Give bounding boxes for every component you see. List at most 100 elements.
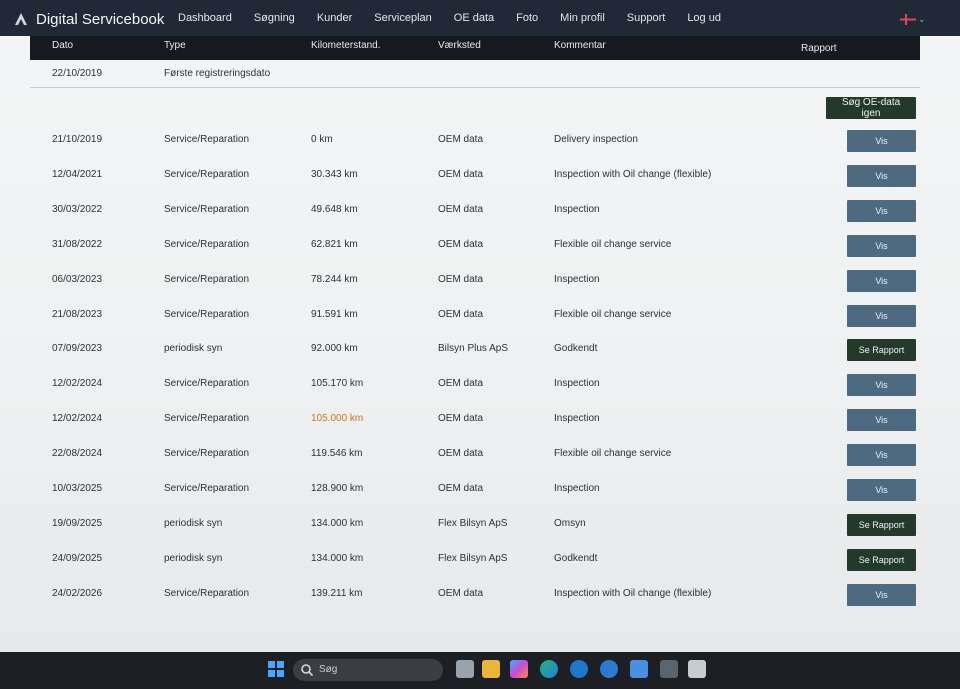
header-workshop: Værksted — [438, 40, 481, 51]
header-report: Rapport — [801, 43, 837, 54]
row-date: 24/09/2025 — [52, 552, 103, 564]
row-workshop: OEM data — [438, 134, 484, 145]
row-km: 134.000 km — [311, 517, 364, 529]
row-workshop: OEM data — [438, 378, 484, 390]
row-comment: Inspection — [554, 378, 600, 390]
header-date: Dato — [52, 40, 74, 51]
windows-taskbar — [0, 652, 960, 689]
row-type: Service/Reparation — [164, 378, 250, 390]
row-workshop: OEM data — [438, 203, 484, 215]
hp-icon[interactable] — [570, 660, 588, 678]
row-km: 128.900 km — [311, 483, 364, 494]
row-comment: Inspection — [554, 483, 600, 494]
row-type: Service/Reparation — [164, 308, 250, 320]
row-km: 105.170 km — [311, 378, 364, 390]
row-comment: Inspection with Oil change (flexible) — [554, 587, 712, 599]
nav-logout[interactable]: Log ud — [687, 12, 721, 24]
view-button[interactable]: Vis — [847, 130, 916, 152]
row-workshop: OEM data — [438, 308, 484, 320]
table-row: 12/02/2024 Service/Reparation 105.000 km OE… — [0, 401, 960, 436]
row-workshop: OEM data — [438, 273, 484, 285]
search-oe-data-button[interactable]: Søg OE-data igen — [826, 97, 916, 119]
view-button[interactable]: Vis — [847, 199, 916, 222]
row-date: 21/08/2023 — [52, 308, 103, 320]
row-date: 12/02/2024 — [52, 378, 103, 390]
task-view-icon[interactable] — [456, 660, 474, 678]
row-comment: Inspection — [554, 413, 600, 425]
first-registration-type: Første registreringsdato — [164, 68, 271, 79]
table-row: 21/10/2019 Service/Reparation 0 km OEM data… — [0, 122, 960, 157]
table-row: 07/09/2023 periodisk syn 92.000 km Bilsyn P… — [0, 331, 960, 366]
row-km: 78.244 km — [311, 273, 358, 285]
nav-photo[interactable]: Foto — [516, 12, 538, 24]
row-km: 62.821 km — [311, 238, 358, 250]
header-type: Type — [164, 40, 186, 51]
view-button[interactable]: Vis — [847, 583, 916, 606]
row-workshop: OEM data — [438, 587, 484, 599]
table-row: 30/03/2022 Service/Reparation 49.648 km OEM… — [0, 192, 960, 227]
row-comment: Flexible oil change service — [554, 238, 672, 250]
nav-customers[interactable]: Kunder — [317, 12, 352, 24]
row-comment: Inspection with Oil change (flexible) — [554, 168, 712, 180]
row-comment: Flexible oil change service — [554, 448, 672, 460]
row-type: periodisk syn — [164, 517, 223, 529]
see-report-button[interactable]: Se Rapport — [847, 339, 916, 362]
view-button[interactable]: Vis — [847, 304, 916, 327]
view-button[interactable]: Vis — [847, 269, 916, 292]
row-date: 12/04/2021 — [52, 168, 103, 180]
nav-dashboard[interactable]: Dashboard — [178, 12, 232, 24]
table-row: 12/02/2024 Service/Reparation 105.170 km OE… — [0, 366, 960, 401]
row-type: Service/Reparation — [164, 134, 250, 145]
view-button[interactable]: Vis — [847, 374, 916, 397]
row-comment: Inspection — [554, 203, 600, 215]
table-row: 19/09/2025 periodisk syn 134.000 km Flex Bi… — [0, 506, 960, 541]
row-comment: Flexible oil change service — [554, 308, 672, 320]
row-km: 30.343 km — [311, 168, 358, 180]
see-report-button[interactable]: Se Rapport — [847, 548, 916, 571]
nav-my-profile[interactable]: Min profil — [560, 12, 605, 24]
calendar-icon[interactable] — [688, 660, 706, 678]
help-icon[interactable] — [600, 660, 618, 678]
row-type: Service/Reparation — [164, 413, 250, 425]
row-date: 19/09/2025 — [52, 517, 103, 529]
header-km: Kilometerstand. — [311, 40, 381, 51]
row-type: periodisk syn — [164, 552, 223, 564]
view-button[interactable]: Vis — [847, 164, 916, 187]
row-date: 31/08/2022 — [52, 238, 103, 250]
view-button[interactable]: Vis — [847, 409, 916, 432]
row-type: periodisk syn — [164, 343, 223, 355]
nav-search[interactable]: Søgning — [254, 12, 295, 24]
nav-serviceplan[interactable]: Serviceplan — [374, 12, 431, 24]
row-km: 91.591 km — [311, 308, 358, 320]
row-date: 07/09/2023 — [52, 343, 103, 355]
table-row: 31/08/2022 Service/Reparation 62.821 km OEM… — [0, 227, 960, 262]
row-date: 22/08/2024 — [52, 448, 103, 460]
danish-flag-icon[interactable] — [900, 14, 916, 25]
see-report-button[interactable]: Se Rapport — [847, 513, 916, 536]
servicebook-logo-icon — [15, 13, 27, 25]
brand[interactable]: Digital Servicebook — [14, 8, 164, 30]
row-date: 10/03/2025 — [52, 483, 103, 494]
view-button[interactable]: Vis — [847, 479, 916, 501]
row-workshop: OEM data — [438, 483, 484, 494]
taskbar-search[interactable]: Søg — [293, 659, 443, 681]
edge-icon[interactable] — [540, 660, 558, 678]
app-title: Digital Servicebook — [36, 10, 165, 28]
row-date: 21/10/2019 — [52, 134, 103, 145]
view-button[interactable]: Vis — [847, 234, 916, 257]
row-type: Service/Reparation — [164, 273, 250, 285]
row-km: 49.648 km — [311, 203, 358, 215]
nav-support[interactable]: Support — [627, 12, 666, 24]
main-nav: Dashboard Søgning Kunder Serviceplan OE … — [178, 12, 743, 24]
file-explorer-icon[interactable] — [482, 660, 500, 678]
windows-start-icon[interactable] — [268, 661, 284, 677]
nav-oe-data[interactable]: OE data — [454, 12, 494, 24]
table-row: 12/04/2021 Service/Reparation 30.343 km OEM… — [0, 157, 960, 192]
first-registration-row: 22/10/2019 Første registreringsdato — [30, 60, 920, 88]
copilot-icon[interactable] — [510, 660, 528, 678]
settings-app-icon[interactable] — [630, 660, 648, 678]
store-icon[interactable] — [660, 660, 678, 678]
chevron-down-icon[interactable]: ⌄ — [918, 14, 926, 25]
view-button[interactable]: Vis — [847, 444, 916, 467]
row-date: 24/02/2026 — [52, 587, 103, 599]
